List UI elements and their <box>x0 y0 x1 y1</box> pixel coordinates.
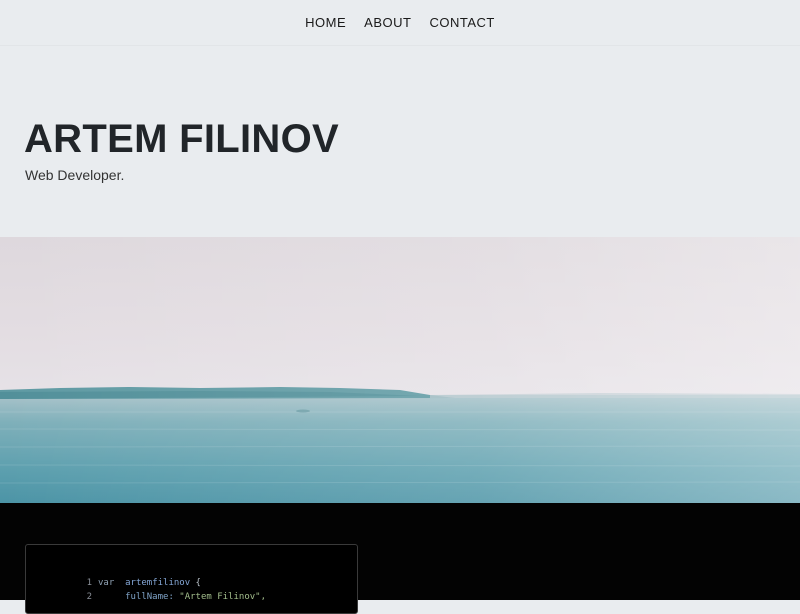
nav-contact-link[interactable]: CONTACT <box>420 0 503 46</box>
hero-photo <box>0 237 800 503</box>
line-number: 2 <box>86 592 92 602</box>
nav-about-link[interactable]: ABOUT <box>355 0 420 46</box>
code-punctuation: { <box>190 578 201 588</box>
top-navbar: HOME ABOUT CONTACT <box>0 0 800 46</box>
code-keyword: var <box>98 578 115 588</box>
code-property: fullName: <box>125 592 174 602</box>
line-number: 1 <box>86 578 92 588</box>
page-subtitle: Web Developer. <box>25 167 125 183</box>
code-string: "Artem Filinov", <box>173 592 266 602</box>
sea-landscape-image <box>0 237 800 503</box>
code-line: 1 var artemfilinov { <box>26 576 201 590</box>
code-line: 2 fullName: "Artem Filinov", <box>26 590 266 604</box>
code-section: 1 var artemfilinov { 2 fullName: "Artem F… <box>0 503 800 614</box>
code-identifier: artemfilinov <box>125 578 191 588</box>
hero-section: ARTEM FILINOV Web Developer. <box>0 46 800 237</box>
code-snippet-box: 1 var artemfilinov { 2 fullName: "Artem F… <box>25 544 358 614</box>
page-title: ARTEM FILINOV <box>24 117 339 161</box>
nav-home-link[interactable]: HOME <box>296 0 355 46</box>
